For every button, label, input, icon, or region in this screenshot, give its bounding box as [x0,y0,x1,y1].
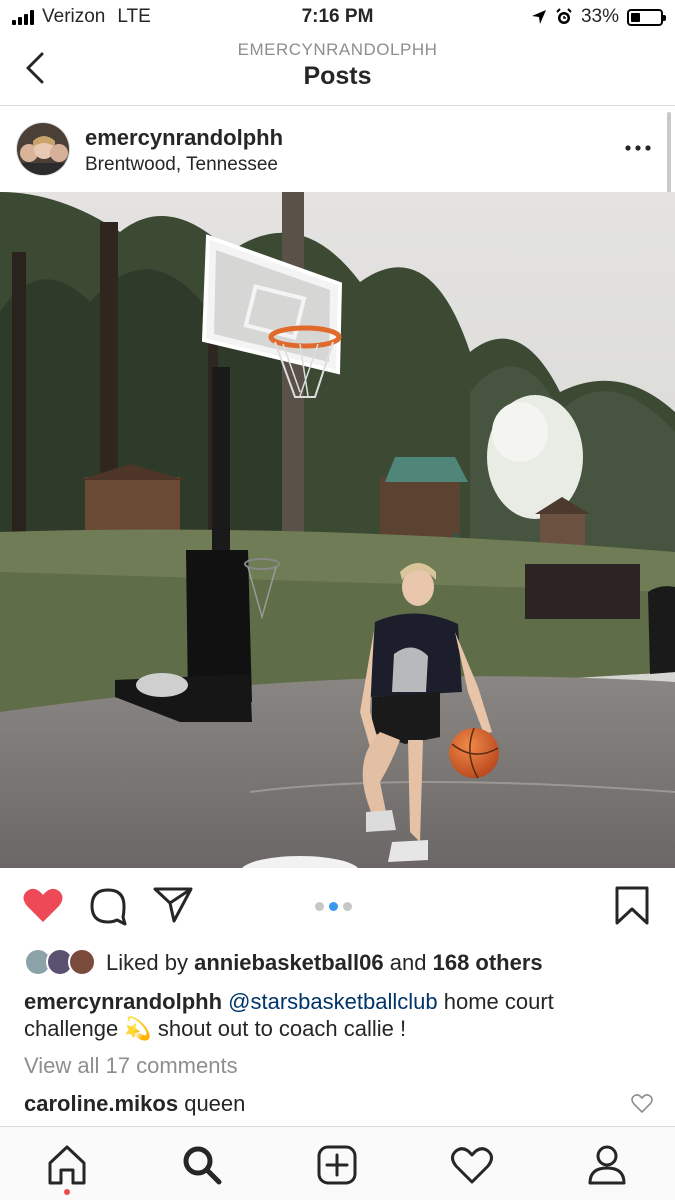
view-all-comments-link[interactable]: View all 17 comments [24,1053,238,1079]
caption-text: challenge [24,1016,119,1041]
add-post-icon[interactable] [315,1143,359,1187]
avatar[interactable] [16,122,70,176]
comment-text: queen [184,1091,246,1116]
comment-icon[interactable] [88,886,128,926]
alarm-icon [556,8,572,24]
post-location[interactable]: Brentwood, Tennessee [85,154,278,176]
activity-heart-icon[interactable] [450,1143,494,1187]
location-arrow-icon [531,10,546,24]
liked-by-label: Liked by [106,950,188,975]
liker-avatars [24,948,100,978]
more-options-icon[interactable] [623,138,653,158]
basketball-photo [0,192,675,868]
battery-icon [627,8,666,26]
post-actions [0,868,675,946]
caption-username[interactable]: emercynrandolphh [24,989,222,1014]
battery-percent: 33% [580,6,619,27]
share-icon[interactable] [152,886,194,924]
comment-heart-icon[interactable] [631,1094,653,1114]
home-notification-dot [64,1189,70,1195]
carousel-dot [343,902,352,911]
carousel-dot [315,902,324,911]
caption-mention[interactable]: @starsbasketballclub [228,989,437,1014]
search-icon[interactable] [180,1143,224,1187]
caption-text: home court [437,989,554,1014]
post-username[interactable]: emercynrandolphh [85,125,283,151]
caption-text: shout out to coach callie ! [151,1016,407,1041]
tab-bar [0,1126,675,1200]
liked-by-others[interactable]: 168 others [433,950,543,976]
profile-icon[interactable] [585,1143,629,1187]
header-username: EMERCYNRANDOLPHH [237,40,438,59]
nav-header: EMERCYNRANDOLPHH Posts [0,34,675,106]
battery-level [631,12,640,22]
comment-username[interactable]: caroline.mikos [24,1091,178,1116]
liked-by-and: and [389,950,427,975]
status-bar: Verizon LTE 7:16 PM 33% [0,0,675,34]
carousel-dot [329,902,338,911]
carousel-indicator [315,902,352,911]
post-photo[interactable] [0,192,675,868]
avatar-photo [17,123,69,175]
bookmark-icon[interactable] [614,886,650,926]
home-icon[interactable] [45,1143,89,1187]
comment-row: caroline.mikos queen [24,1091,245,1117]
caption-emoji: 💫 [124,1016,152,1041]
post-header: emercynrandolphh Brentwood, Tennessee [0,106,675,192]
avatar [68,948,96,976]
heart-filled-icon[interactable] [22,886,64,924]
post-caption: emercynrandolphh @starsbasketballclub ho… [24,988,654,1042]
liked-by-user[interactable]: anniebasketball06 [194,950,384,976]
page-title: Posts [303,62,372,90]
likes-summary[interactable]: Liked by anniebasketball06 and 168 other… [24,946,543,980]
